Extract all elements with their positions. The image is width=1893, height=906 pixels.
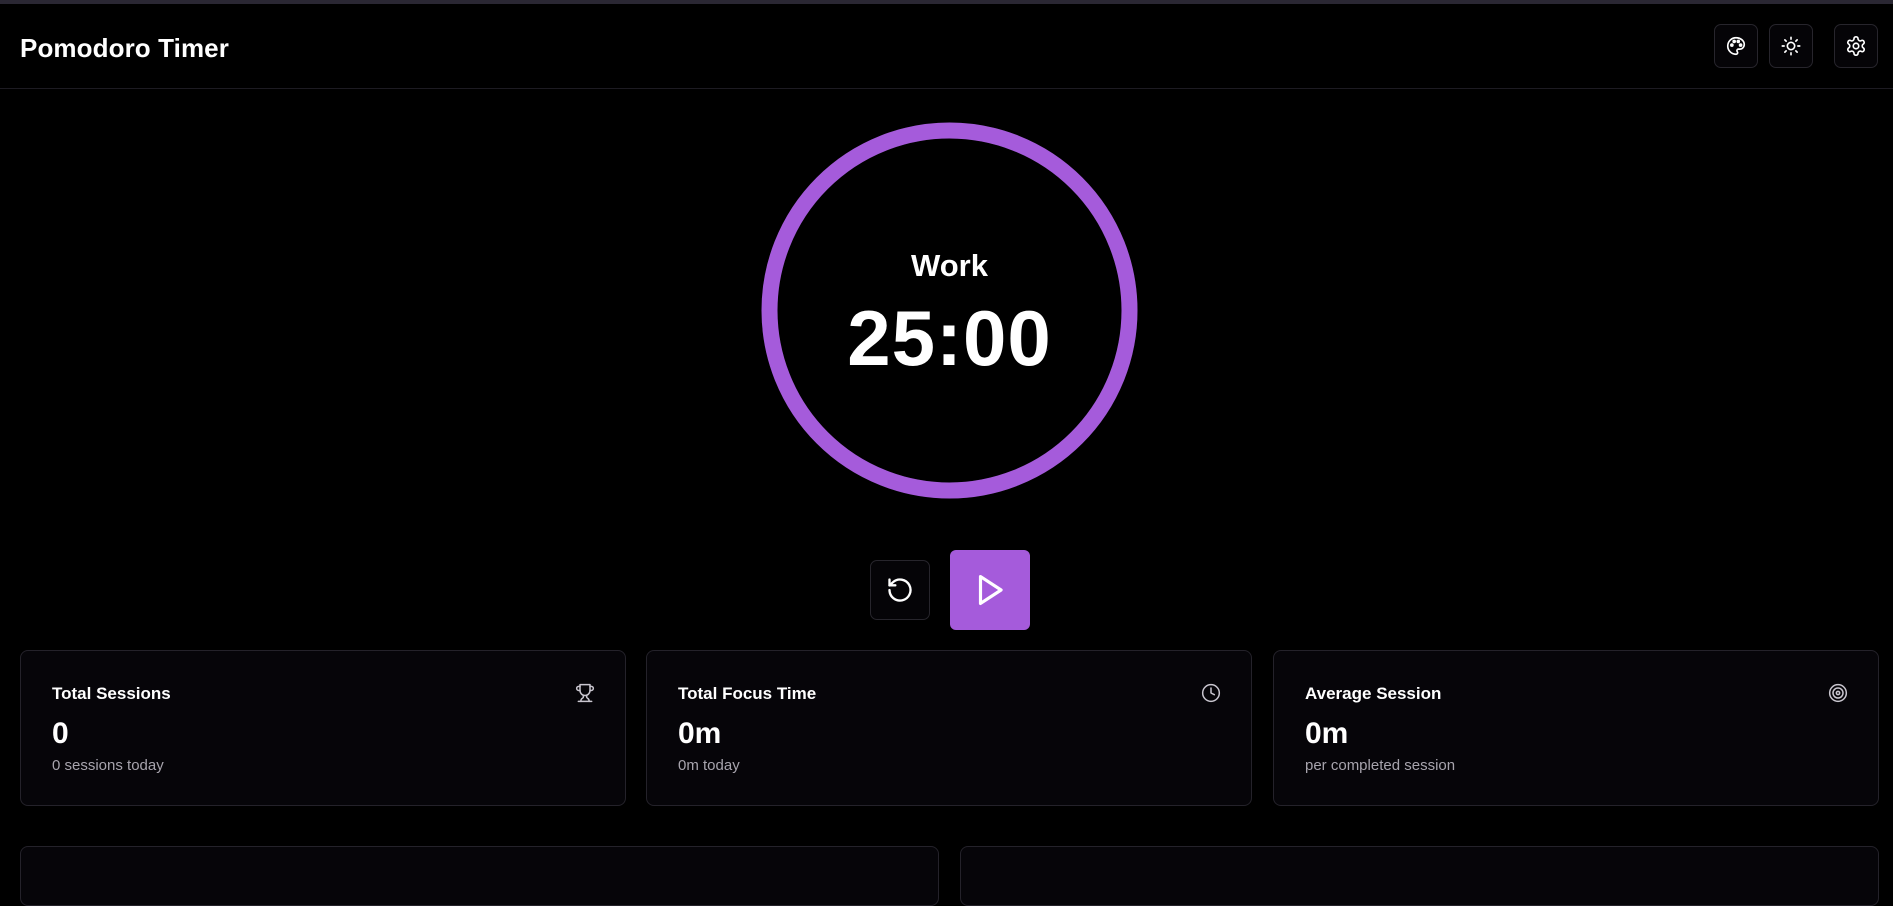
palette-icon: [1727, 36, 1746, 56]
stat-card-total-sessions: Total Sessions 0 0 sessions today: [20, 650, 626, 806]
stat-card-average-session: Average Session 0m per completed session: [1273, 650, 1879, 806]
app-header: Pomodoro Timer: [0, 4, 1893, 89]
play-button[interactable]: [950, 550, 1030, 630]
clock-icon: [1201, 683, 1221, 703]
timer-countdown: 25:00: [847, 294, 1052, 382]
stat-subtext: 0m today: [678, 757, 740, 774]
stat-value: 0m: [678, 717, 722, 750]
reset-button[interactable]: [870, 560, 930, 620]
stat-title: Average Session: [1305, 684, 1442, 703]
play-icon: [978, 574, 1003, 606]
bottom-panel-right: [960, 846, 1879, 906]
stat-title: Total Focus Time: [678, 684, 817, 703]
target-icon: [1828, 683, 1848, 703]
trophy-icon: [575, 683, 595, 703]
stat-value: 0m: [1305, 717, 1349, 750]
theme-toggle-button[interactable]: [1769, 24, 1813, 68]
stat-card-total-focus-time: Total Focus Time 0m 0m today: [646, 650, 1252, 806]
rotate-ccw-icon: [888, 578, 912, 602]
timer-mode-label: Work: [911, 248, 988, 283]
stat-value: 0: [52, 717, 69, 750]
stat-subtext: per completed session: [1305, 757, 1456, 774]
stat-subtext: 0 sessions today: [52, 757, 164, 774]
settings-button[interactable]: [1834, 24, 1878, 68]
stat-title: Total Sessions: [52, 684, 171, 703]
sun-icon: [1781, 36, 1801, 56]
bottom-panel-left: [20, 846, 939, 906]
gear-icon: [1846, 36, 1866, 56]
app-title: Pomodoro Timer: [20, 33, 229, 63]
theme-palette-button[interactable]: [1714, 24, 1758, 68]
